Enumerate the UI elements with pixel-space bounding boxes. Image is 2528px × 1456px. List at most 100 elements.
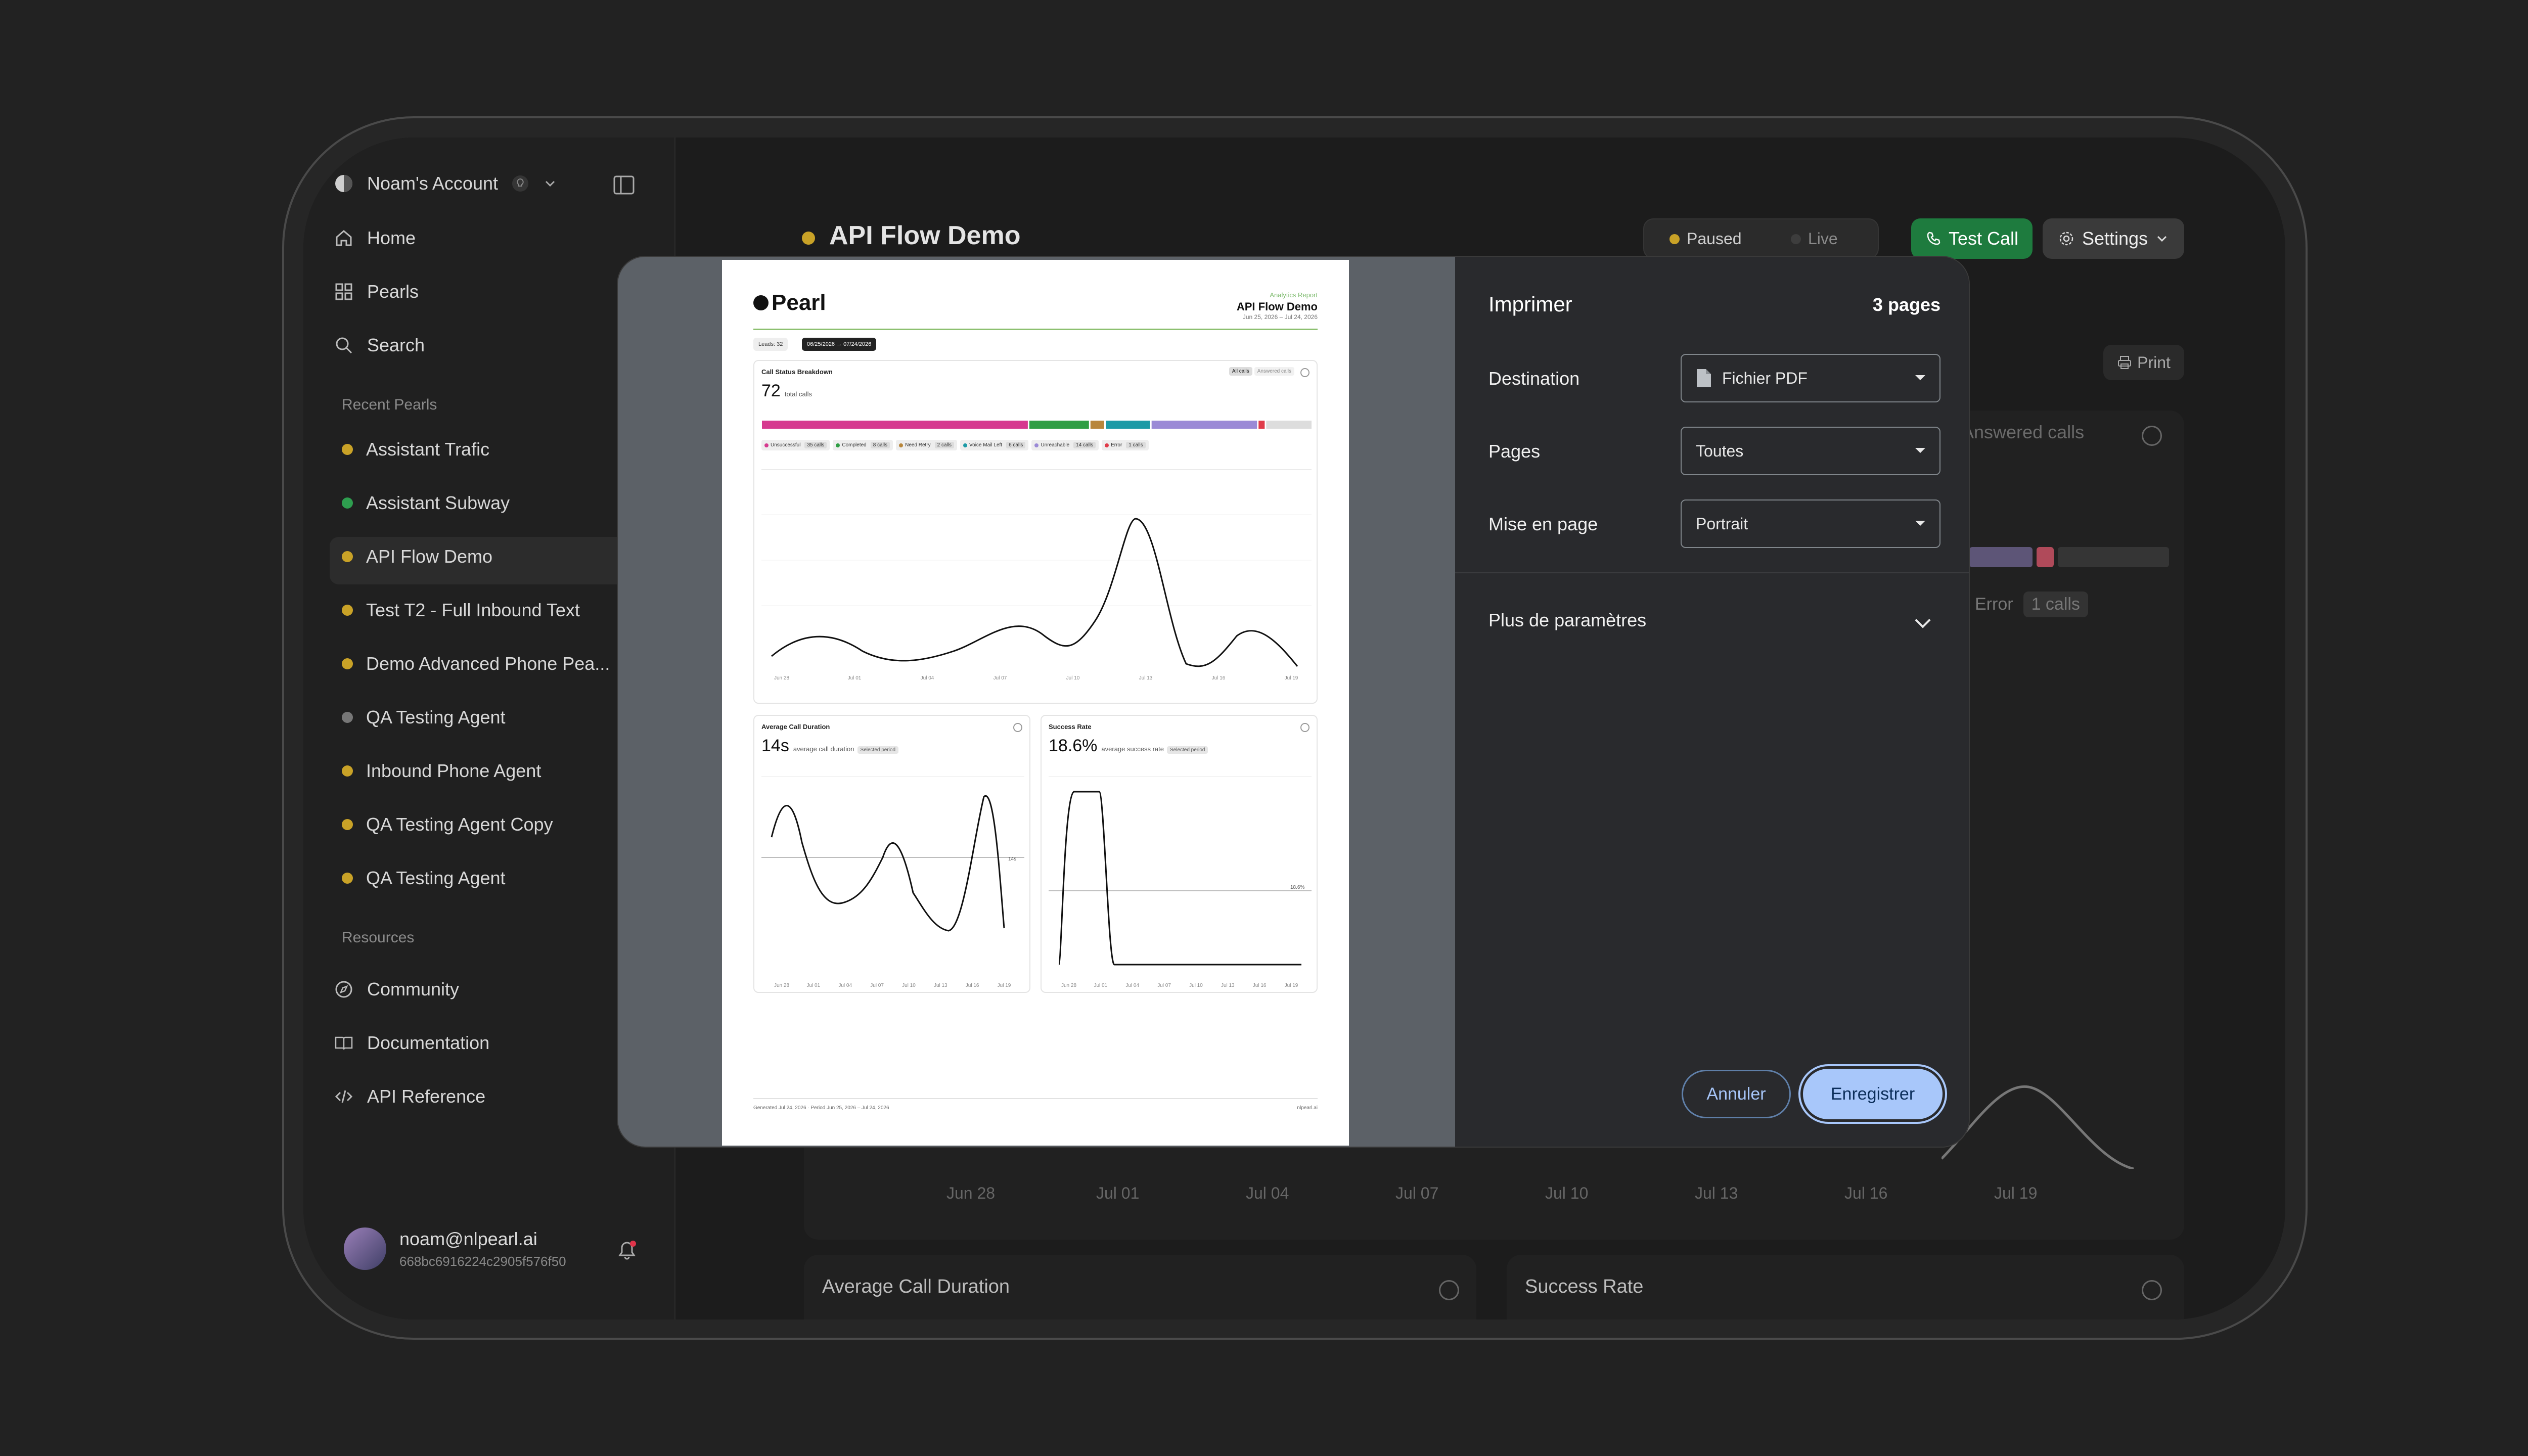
axis-tick-label: Jul 07: [1157, 983, 1171, 988]
preview-total-value: 72: [761, 381, 781, 400]
status-toggle[interactable]: Paused Live: [1643, 218, 1879, 259]
axis-tick-label: Jul 10: [1189, 983, 1203, 988]
recent-pearl-item[interactable]: Assistant Trafic: [342, 439, 489, 460]
sidebar-toggle-icon[interactable]: [613, 175, 635, 195]
axis-tick-label: Jul 10: [1545, 1184, 1589, 1202]
legend-label: Completed: [842, 442, 867, 448]
legend-dot: [963, 443, 968, 447]
legend-error-label: Error: [1975, 595, 2013, 614]
recent-pearl-item[interactable]: Test T2 - Full Inbound Text: [342, 600, 580, 621]
nav-home[interactable]: Home: [334, 228, 416, 249]
preview-status-title: Call Status Breakdown: [761, 368, 833, 376]
answered-calls-toggle[interactable]: Answered calls: [1962, 422, 2084, 443]
status-series-line: [771, 518, 1298, 667]
recent-pearl-item[interactable]: Demo Advanced Phone Pea...: [342, 653, 610, 674]
resource-api-reference[interactable]: API Reference: [334, 1086, 485, 1107]
legend-label: Need Retry: [905, 442, 931, 448]
test-call-button[interactable]: Test Call: [1911, 218, 2033, 259]
axis-tick-label: Jun 28: [1061, 983, 1076, 988]
preview-footer-right: nlpearl.ai: [1297, 1105, 1318, 1111]
avg-duration-card: Average Call Duration: [804, 1255, 1476, 1320]
info-icon[interactable]: [2142, 1280, 2162, 1300]
account-name: Noam's Account: [367, 173, 498, 194]
save-button[interactable]: Enregistrer: [1803, 1069, 1943, 1119]
more-settings-toggle[interactable]: Plus de paramètres: [1488, 610, 1646, 631]
grid-icon: [335, 283, 352, 300]
recent-pearl-item[interactable]: Inbound Phone Agent: [342, 760, 541, 782]
preview-footer-left: Generated Jul 24, 2026 · Period Jun 25, …: [753, 1105, 889, 1111]
axis-tick-label: Jul 13: [1221, 983, 1235, 988]
axis-tick-label: Jul 13: [934, 983, 947, 988]
legend-item: Unsuccessful 35 calls: [761, 440, 830, 450]
resources-heading: Resources: [342, 929, 415, 946]
resource-documentation[interactable]: Documentation: [334, 1032, 489, 1054]
preview-toggle-answered: Answered calls: [1254, 367, 1294, 376]
chevron-down-icon[interactable]: [1915, 612, 1931, 628]
recent-pearl-label: API Flow Demo: [366, 546, 493, 567]
status-dot: [342, 658, 353, 669]
recent-pearl-item[interactable]: QA Testing Agent: [342, 707, 506, 728]
status-bar-remainder: [1266, 421, 1312, 429]
layout-select[interactable]: Portrait: [1681, 499, 1940, 548]
axis-tick-label: Jun 28: [774, 675, 789, 681]
phone-icon: [1927, 232, 1940, 245]
pages-select[interactable]: Toutes: [1681, 427, 1940, 475]
book-icon: [335, 1036, 353, 1050]
chevron-down-icon: [545, 180, 555, 187]
gear-icon: [2059, 232, 2073, 246]
lightbulb-icon: [512, 175, 528, 192]
print-settings-panel: Imprimer 3 pages Destination Fichier PDF…: [1455, 257, 1969, 1147]
toggle-paused[interactable]: Paused: [1669, 230, 1742, 248]
preview-leads-chip: Leads: 32: [753, 338, 788, 351]
average-reference-label: 14s: [1008, 856, 1016, 862]
printer-icon: [2118, 356, 2132, 369]
paused-dot: [1669, 234, 1680, 244]
preview-status-toggle: All calls Answered calls: [1229, 367, 1294, 376]
print-button[interactable]: Print: [2103, 345, 2184, 380]
user-profile[interactable]: noam@nlpearl.ai 668bc6916224c2905f576f50: [344, 1227, 566, 1270]
resource-community[interactable]: Community: [334, 979, 459, 1000]
settings-button[interactable]: Settings: [2043, 218, 2184, 259]
preview-status-card: Call Status Breakdown All calls Answered…: [753, 360, 1318, 704]
preview-logo-text: Pearl: [772, 290, 826, 315]
preview-date-chip: 06/25/2026 → 07/24/2026: [802, 338, 877, 351]
info-icon: [1013, 723, 1022, 732]
status-bar-segment: [1258, 421, 1265, 429]
account-switcher[interactable]: Noam's Account: [334, 173, 558, 194]
preview-status-line-chart: Jun 28 Jul 01 Jul 04 Jul 07 Jul 10 Jul 13 Jul …: [761, 469, 1312, 681]
status-bar-rest: [2058, 547, 2169, 567]
code-icon: [335, 1090, 353, 1103]
preview-report-title: API Flow Demo: [1236, 300, 1318, 313]
recent-pearl-item[interactable]: QA Testing Agent: [342, 868, 506, 889]
toggle-live[interactable]: Live: [1791, 230, 1838, 248]
bell-icon[interactable]: [616, 1240, 638, 1262]
legend-label: Error: [1111, 442, 1122, 448]
status-bar-segment: [762, 421, 1028, 429]
nav-home-label: Home: [367, 228, 416, 248]
user-email: noam@nlpearl.ai: [399, 1228, 537, 1249]
nav-search[interactable]: Search: [334, 335, 425, 356]
legend-dot: [1105, 443, 1109, 447]
avatar: [344, 1227, 386, 1270]
status-bar-error: [2037, 547, 2054, 567]
caret-down-icon: [1915, 375, 1925, 380]
pages-value: Toutes: [1696, 441, 1744, 460]
info-icon[interactable]: [2142, 426, 2162, 446]
legend-item: Need Retry 2 calls: [896, 440, 958, 450]
recent-pearl-item[interactable]: API Flow Demo: [342, 546, 492, 567]
print-label: Print: [2137, 353, 2171, 372]
recent-pearl-item[interactable]: QA Testing Agent Copy: [342, 814, 553, 835]
destination-select[interactable]: Fichier PDF: [1681, 354, 1940, 402]
status-dot: [342, 605, 353, 616]
axis-tick-label: Jul 16: [1212, 675, 1226, 681]
cancel-button[interactable]: Annuler: [1682, 1070, 1791, 1118]
page-title: API Flow Demo: [829, 221, 1021, 250]
preview-success-card: Success Rate 18.6% average success rate Se…: [1041, 715, 1318, 993]
nav-pearls[interactable]: Pearls: [334, 281, 419, 302]
recent-pearl-item[interactable]: Assistant Subway: [342, 492, 510, 514]
info-icon: [1300, 723, 1310, 732]
info-icon[interactable]: [1439, 1280, 1459, 1300]
destination-label: Destination: [1488, 368, 1580, 389]
status-dot: [802, 232, 815, 245]
status-dot: [342, 765, 353, 777]
